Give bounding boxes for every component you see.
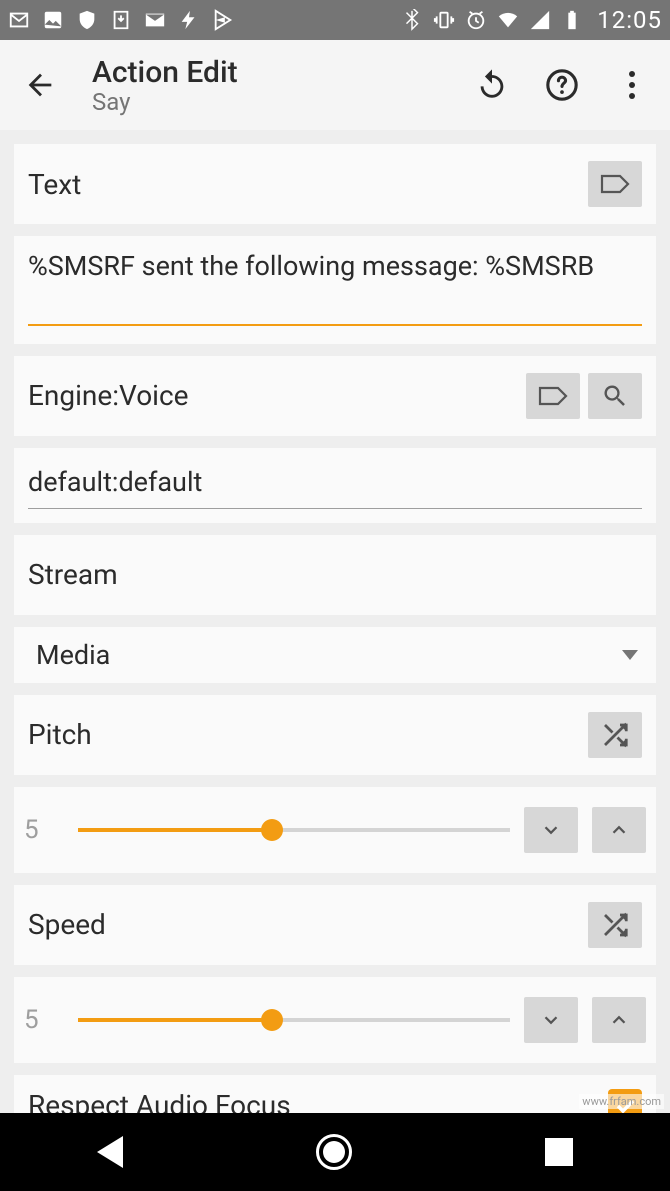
pitch-shuffle-button[interactable]: [588, 712, 642, 758]
pitch-label: Pitch: [28, 718, 580, 751]
speed-label: Speed: [28, 908, 580, 941]
status-clock: 12:05: [597, 6, 662, 34]
gmail-icon: [8, 9, 30, 31]
variable-tag-button[interactable]: [588, 161, 642, 207]
chevron-down-icon: [622, 650, 638, 660]
speed-slider-row: 5: [14, 977, 656, 1063]
page-title: Action Edit: [92, 55, 238, 90]
engine-label: Engine:Voice: [28, 379, 518, 412]
stream-label: Stream: [28, 558, 642, 591]
app-bar: Action Edit Say: [0, 40, 670, 130]
pitch-slider-row: 5: [14, 787, 656, 873]
engine-input[interactable]: [28, 462, 642, 509]
bolt-icon: [178, 9, 200, 31]
android-status-bar: 12:05: [0, 0, 670, 40]
status-notifications: [8, 9, 234, 31]
text-section-header: Text: [14, 144, 656, 224]
mail-icon: [144, 9, 166, 31]
battery-icon: [561, 9, 583, 31]
page-subtitle: Say: [92, 88, 238, 116]
pitch-section-header: Pitch: [14, 695, 656, 775]
watermark: www.frfam.com: [579, 1094, 664, 1109]
pitch-slider[interactable]: [78, 828, 510, 832]
engine-variable-tag-button[interactable]: [526, 373, 580, 419]
nav-home-button[interactable]: [316, 1134, 352, 1170]
speed-section-header: Speed: [14, 885, 656, 965]
engine-input-panel: [14, 448, 656, 523]
text-label: Text: [28, 168, 580, 201]
speed-slider[interactable]: [78, 1018, 510, 1022]
wifi-icon: [497, 9, 519, 31]
stream-dropdown[interactable]: Media: [14, 627, 656, 683]
help-button[interactable]: [542, 65, 582, 105]
text-input[interactable]: [28, 250, 642, 326]
speed-value: 5: [24, 1005, 64, 1035]
pitch-increase-button[interactable]: [592, 807, 646, 853]
speed-shuffle-button[interactable]: [588, 902, 642, 948]
speed-increase-button[interactable]: [592, 997, 646, 1043]
engine-search-button[interactable]: [588, 373, 642, 419]
stream-selected: Media: [32, 639, 622, 671]
text-input-panel: [14, 236, 656, 344]
nav-back-button[interactable]: [97, 1136, 123, 1168]
photos-icon: [42, 9, 64, 31]
bluetooth-icon: [401, 9, 423, 31]
vibrate-icon: [433, 9, 455, 31]
content-scroll[interactable]: Text Engine:Voice Stream Media: [0, 130, 670, 1131]
engine-section-header: Engine:Voice: [14, 356, 656, 436]
pitch-value: 5: [24, 815, 64, 845]
status-system: 12:05: [401, 6, 662, 34]
undo-button[interactable]: [472, 65, 512, 105]
download-icon: [110, 9, 132, 31]
alarm-icon: [465, 9, 487, 31]
shield-icon: [76, 9, 98, 31]
signal-icon: [529, 9, 551, 31]
nav-recent-button[interactable]: [545, 1138, 573, 1166]
play-icon: [212, 9, 234, 31]
overflow-menu-button[interactable]: [612, 65, 652, 105]
android-nav-bar: [0, 1113, 670, 1191]
back-button[interactable]: [18, 63, 62, 107]
pitch-decrease-button[interactable]: [524, 807, 578, 853]
speed-decrease-button[interactable]: [524, 997, 578, 1043]
app-title-block: Action Edit Say: [92, 55, 238, 116]
stream-section-header: Stream: [14, 535, 656, 615]
